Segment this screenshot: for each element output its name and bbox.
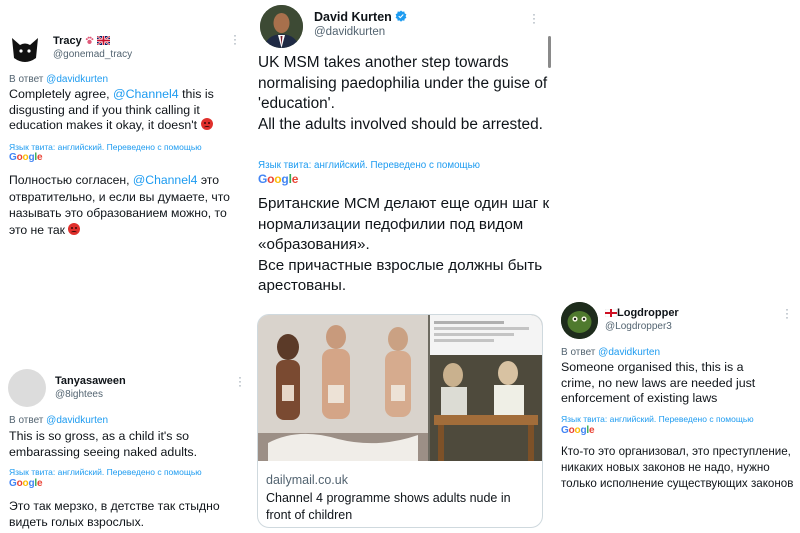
angry-face-icon xyxy=(200,118,213,130)
reply-context: В ответ @davidkurten xyxy=(9,415,109,426)
more-options-icon[interactable]: · · · xyxy=(233,29,237,49)
angry-face-icon xyxy=(68,222,81,235)
avatar[interactable] xyxy=(8,369,46,407)
tweet-text-russian: Полностью согласен, @Channel4 это отврат… xyxy=(9,173,230,237)
tweet-tracy: Tracy @gonemad_tracy · · · В ответ @davidk… xyxy=(0,18,250,258)
tweet-text-russian: Кто-то это организовал, это преступление… xyxy=(561,445,794,490)
uk-flag-icon xyxy=(96,35,111,48)
reply-mention-link[interactable]: @davidkurten xyxy=(46,415,108,426)
google-logo: Google xyxy=(9,478,43,489)
handle[interactable]: @8ightees xyxy=(55,389,103,400)
display-name[interactable]: Logdropper xyxy=(604,307,679,320)
more-options-icon[interactable]: · · · xyxy=(785,303,789,323)
reply-mention-link[interactable]: @davidkurten xyxy=(598,347,660,358)
translated-label[interactable]: Язык твита: английский. Переведено с пом… xyxy=(9,467,202,477)
verified-badge-icon xyxy=(395,10,407,25)
google-logo: Google xyxy=(9,152,43,163)
profile-photo xyxy=(561,302,598,339)
avatar[interactable] xyxy=(561,302,598,339)
england-flag-icon xyxy=(604,308,618,320)
tweet-text-russian: Британские МСМ делают еще один шаг к нор… xyxy=(258,195,550,294)
mention-link[interactable]: @Channel4 xyxy=(133,173,198,187)
link-domain: dailymail.co.uk xyxy=(266,473,348,487)
profile-photo xyxy=(260,5,303,48)
tweet-text-english: UK MSM takes another step towards normal… xyxy=(258,54,548,133)
google-logo: Google xyxy=(258,172,299,186)
translated-label[interactable]: Язык твита: английский. Переведено с пом… xyxy=(258,160,480,171)
link-card[interactable]: dailymail.co.uk Channel 4 programme show… xyxy=(257,314,543,528)
reply-context: В ответ @davidkurten xyxy=(9,74,109,85)
avatar[interactable] xyxy=(6,28,44,66)
handle[interactable]: @davidkurten xyxy=(314,26,385,38)
reply-context: В ответ @davidkurten xyxy=(561,347,661,358)
google-logo: Google xyxy=(561,425,595,436)
paw-print-icon xyxy=(85,36,94,48)
mention-link[interactable]: @Channel4 xyxy=(113,87,179,101)
handle[interactable]: @gonemad_tracy xyxy=(53,49,132,60)
display-name[interactable]: David Kurten xyxy=(314,10,407,25)
tweet-text-english: Someone organised this, this is a crime,… xyxy=(561,360,756,405)
tweet-tanyasaween: Tanyasaween @8ightees · · · В ответ @david… xyxy=(0,362,250,533)
link-preview-image xyxy=(258,315,542,461)
handle[interactable]: @Logdropper3 xyxy=(605,321,672,332)
tweet-logdropper: Logdropper @Logdropper3 · · · В ответ @dav… xyxy=(555,296,800,533)
avatar[interactable] xyxy=(260,5,303,48)
display-name[interactable]: Tracy xyxy=(53,35,111,48)
tweet-text-russian: Это так мерзко, в детстве так стыдно вид… xyxy=(9,499,220,529)
display-name[interactable]: Tanyasaween xyxy=(55,375,126,387)
reply-mention-link[interactable]: @davidkurten xyxy=(46,74,108,85)
translated-label[interactable]: Язык твита: английский. Переведено с пом… xyxy=(561,414,754,424)
translated-label[interactable]: Язык твита: английский. Переведено с пом… xyxy=(9,142,202,152)
tweet-david-kurten: David Kurten @davidkurten · · · UK MSM tak… xyxy=(252,0,552,533)
black-cat-icon xyxy=(12,38,38,62)
more-options-icon[interactable]: · · · xyxy=(532,8,536,28)
tweet-text-english: Completely agree, @Channel4 this is disg… xyxy=(9,87,214,132)
tweet-text-english: This is so gross, as a child it's so emb… xyxy=(9,429,198,459)
more-options-icon[interactable]: · · · xyxy=(238,371,242,391)
scrollbar[interactable] xyxy=(548,36,551,68)
link-title: Channel 4 programme shows adults nude in… xyxy=(266,491,511,522)
